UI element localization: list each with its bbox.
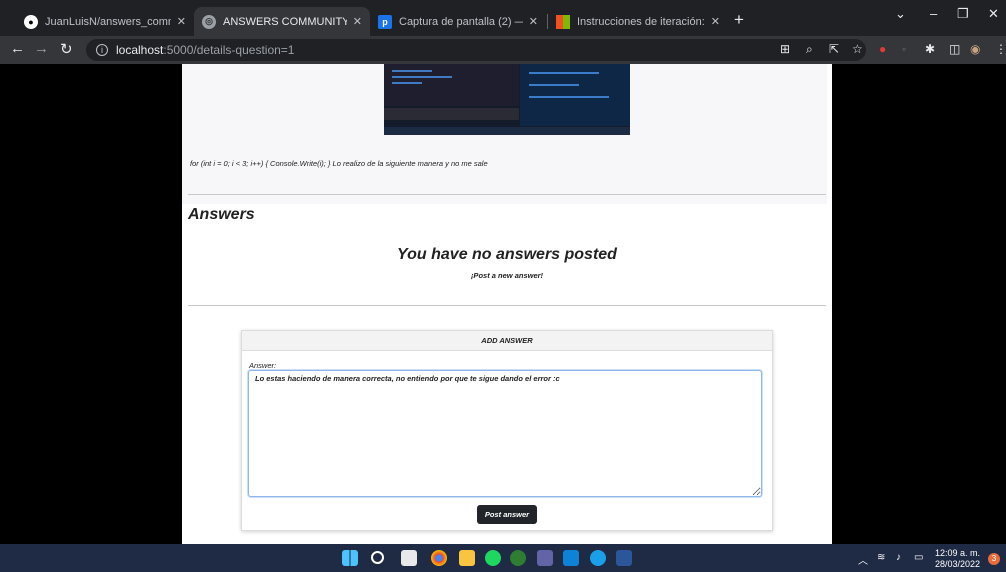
- windows-taskbar: ︿ ≋ ♪ ▭ 12:09 a. m. 28/03/2022 3: [0, 544, 1006, 572]
- empty-answers-subtitle: ¡Post a new answer!: [470, 271, 544, 280]
- translate-icon[interactable]: ⊞: [780, 42, 790, 56]
- tab-search-icon[interactable]: ⌄: [895, 6, 906, 22]
- empty-answers-title: You have no answers posted: [397, 246, 617, 263]
- divider: [188, 194, 826, 195]
- site-info-icon[interactable]: i: [96, 44, 108, 56]
- tab-github[interactable]: ● JuanLuisN/answers_community ✕: [16, 7, 194, 36]
- browser-tab-strip: ● JuanLuisN/answers_community ✕ ◎ ANSWER…: [0, 0, 1006, 36]
- chrome-icon[interactable]: [431, 550, 447, 566]
- new-tab-icon[interactable]: +: [734, 10, 744, 30]
- image-code-line: [392, 70, 432, 72]
- clock-time: 12:09 a. m.: [935, 548, 981, 558]
- post-answer-button[interactable]: Post answer: [477, 505, 537, 524]
- tab-postimg[interactable]: p Captura de pantalla (2) — Postim ✕: [370, 7, 546, 36]
- task-view-icon[interactable]: [401, 550, 417, 566]
- teams-icon[interactable]: [537, 550, 553, 566]
- extension-gray-icon[interactable]: ◦: [902, 42, 906, 56]
- minimize-icon[interactable]: –: [930, 6, 937, 21]
- question-screenshot-image[interactable]: [384, 64, 630, 135]
- image-player-strip: [384, 108, 519, 120]
- answer-textarea[interactable]: [248, 370, 762, 497]
- image-code-line: [392, 76, 452, 78]
- answers-heading: Answers: [188, 206, 255, 223]
- hs-app-icon[interactable]: [510, 550, 526, 566]
- github-icon: ●: [24, 14, 38, 29]
- zoom-icon[interactable]: ⌕: [806, 42, 813, 57]
- word-icon[interactable]: [616, 550, 632, 566]
- tab-title: JuanLuisN/answers_community: [45, 15, 171, 28]
- wifi-icon[interactable]: ≋: [877, 552, 885, 563]
- answer-label: Answer:: [249, 361, 277, 370]
- spotify-icon[interactable]: [485, 550, 501, 566]
- image-taskbar: [384, 127, 630, 135]
- search-icon[interactable]: [371, 551, 384, 564]
- clock-date: 28/03/2022: [935, 559, 981, 569]
- image-code-line: [392, 82, 422, 84]
- bookmark-star-icon[interactable]: ☆: [852, 42, 863, 56]
- divider: [188, 305, 826, 306]
- close-tab-icon[interactable]: ✕: [177, 15, 186, 28]
- vscode-icon[interactable]: [563, 550, 579, 566]
- add-answer-card: ADD ANSWER Answer: Post answer: [241, 330, 773, 531]
- url-host: localhost: [116, 43, 164, 57]
- close-tab-icon[interactable]: ✕: [529, 15, 538, 28]
- volume-icon[interactable]: ♪: [896, 552, 901, 563]
- tab-title: ANSWERS COMMUNITY: [223, 15, 347, 28]
- system-clock[interactable]: 12:09 a. m. 28/03/2022: [935, 548, 980, 570]
- notification-badge[interactable]: 3: [988, 553, 1000, 565]
- tab-answers-community[interactable]: ◎ ANSWERS COMMUNITY ✕: [194, 7, 370, 36]
- url-path: :5000/details-question=1: [163, 43, 295, 57]
- forward-icon[interactable]: →: [34, 40, 49, 57]
- edge-icon[interactable]: [590, 550, 606, 566]
- close-tab-icon[interactable]: ✕: [353, 15, 362, 28]
- image-code-line: [529, 96, 609, 98]
- start-icon[interactable]: [342, 550, 358, 566]
- image-code-line: [529, 72, 599, 74]
- postimg-icon: p: [378, 14, 392, 29]
- profile-avatar[interactable]: ◉: [970, 42, 980, 56]
- page-content: for (int i = 0; i < 3; i++) { Console.Wr…: [182, 64, 832, 544]
- tab-microsoft-docs[interactable]: Instrucciones de iteración: refere ✕: [548, 7, 728, 36]
- add-answer-header: ADD ANSWER: [242, 331, 772, 351]
- globe-icon: ◎: [202, 14, 216, 29]
- page-viewport: for (int i = 0; i < 3; i++) { Console.Wr…: [0, 64, 1006, 544]
- tab-title: Instrucciones de iteración: refere: [577, 15, 705, 28]
- tab-title: Captura de pantalla (2) — Postim: [399, 15, 523, 28]
- browser-toolbar: ← → ↻ i localhost:5000/details-question=…: [0, 36, 1006, 64]
- reload-icon[interactable]: ↻: [60, 40, 73, 58]
- screen: ● JuanLuisN/answers_community ✕ ◎ ANSWER…: [0, 0, 1006, 572]
- close-window-icon[interactable]: ✕: [988, 6, 999, 22]
- close-tab-icon[interactable]: ✕: [711, 15, 720, 28]
- extension-red-icon[interactable]: ●: [879, 42, 886, 56]
- battery-icon[interactable]: ▭: [914, 552, 923, 563]
- image-code-line: [529, 84, 579, 86]
- side-panel-icon[interactable]: ◫: [949, 42, 960, 56]
- question-card: for (int i = 0; i < 3; i++) { Console.Wr…: [182, 64, 827, 204]
- restore-icon[interactable]: ❐: [957, 6, 969, 22]
- question-body: for (int i = 0; i < 3; i++) { Console.Wr…: [190, 159, 488, 168]
- microsoft-icon: [556, 14, 570, 29]
- file-explorer-icon[interactable]: [459, 550, 475, 566]
- extensions-puzzle-icon[interactable]: ✱: [925, 42, 935, 56]
- tray-chevron-icon[interactable]: ︿: [858, 552, 868, 567]
- menu-kebab-icon[interactable]: ⋮: [995, 42, 1006, 56]
- share-icon[interactable]: ⇱: [829, 42, 839, 56]
- address-bar[interactable]: i localhost:5000/details-question=1: [86, 39, 866, 61]
- back-icon[interactable]: ←: [10, 40, 25, 57]
